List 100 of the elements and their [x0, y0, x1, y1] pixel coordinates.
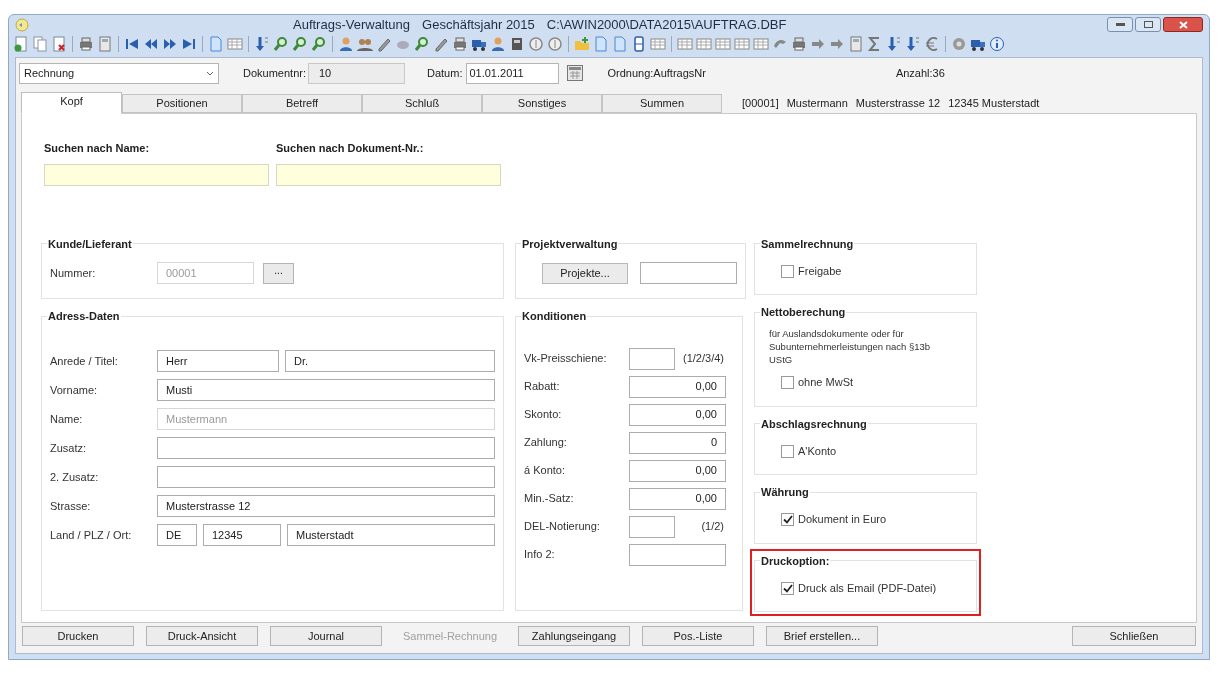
sort-icon [886, 36, 902, 52]
toolbar-button[interactable] [162, 36, 178, 52]
check-icon [782, 583, 793, 593]
group-title: Adress-Daten [47, 309, 121, 324]
text-field[interactable]: 0,00 [629, 459, 726, 482]
toolbar-button[interactable] [791, 36, 807, 52]
text-field[interactable] [629, 347, 675, 370]
coin-icon [547, 36, 563, 52]
toolbar-button[interactable] [509, 36, 525, 52]
search-field[interactable] [44, 163, 269, 186]
window-title: C:\AWIN2000\DATA2015\AUFTRAG.DBF [546, 15, 787, 34]
book-icon [509, 36, 525, 52]
text-field[interactable] [640, 262, 737, 284]
toolbar-button[interactable] [254, 36, 270, 52]
field-label: Vk-Preisschiene: [524, 351, 608, 367]
action-button[interactable]: Brief erstellen... [766, 626, 878, 646]
checkbox[interactable] [781, 264, 794, 278]
checkbox[interactable] [781, 376, 794, 389]
checkbox-option[interactable]: Druck als Email (PDF-Datei) [763, 575, 968, 601]
search-label: Suchen nach Name: [44, 141, 151, 156]
toolbar-button[interactable] [376, 36, 392, 52]
checkbox[interactable] [781, 581, 794, 595]
tab[interactable]: Betreff [242, 94, 362, 113]
document-plus-icon [13, 36, 29, 52]
checkbox[interactable] [781, 513, 794, 526]
toolbar-button[interactable] [989, 36, 1005, 52]
text-field[interactable] [157, 466, 495, 488]
table-icon [753, 36, 769, 52]
toolbar-button[interactable] [886, 36, 902, 52]
browse-button[interactable]: ... [263, 262, 294, 284]
checkbox-option[interactable]: Dokument in Euro [763, 506, 968, 533]
calendar-button[interactable] [566, 64, 584, 82]
toolbar-button[interactable] [452, 36, 468, 52]
text-field[interactable]: Musterstrasse 12 [157, 495, 495, 517]
action-button[interactable]: Drucken [22, 626, 134, 646]
group-title: Nettoberechung [760, 305, 847, 320]
toolbar-button[interactable] [143, 36, 159, 52]
pen-icon [376, 36, 392, 52]
chevron-down-icon [206, 70, 214, 76]
magnifier-icon [273, 36, 289, 52]
action-button[interactable]: Druck-Ansicht [146, 626, 258, 646]
page-icon [593, 36, 609, 52]
toolbar-button[interactable] [338, 36, 354, 52]
text-field[interactable]: Musti [157, 379, 495, 401]
search-field[interactable] [276, 163, 501, 186]
document-number-field[interactable]: 10 [308, 62, 405, 84]
field-label: 2. Zusatz: [50, 469, 100, 485]
action-button[interactable]: Zahlungseingang [518, 626, 630, 646]
calculator-icon [848, 36, 864, 52]
checkbox-option[interactable]: Freigabe [763, 258, 968, 284]
text-field[interactable]: DE [157, 524, 197, 546]
checkbox-option[interactable]: A'Konto [763, 438, 968, 464]
date-field[interactable]: 01.01.2011 [466, 62, 560, 84]
text-field[interactable]: 0 [629, 431, 726, 454]
euro-icon [924, 36, 940, 52]
sort-order-label: Ordnung:AuftragsNr [607, 65, 706, 81]
text-field[interactable] [157, 437, 495, 459]
field-label: Anrede / Titel: [50, 353, 119, 369]
action-button[interactable]: Journal [270, 626, 382, 646]
group-title: Sammelrechnung [760, 236, 855, 252]
check-icon [782, 515, 793, 524]
document-type-dropdown[interactable]: Rechnung [19, 62, 219, 84]
checkbox[interactable] [781, 444, 794, 458]
tab[interactable]: Summen [602, 94, 722, 113]
projects-button[interactable]: Projekte... [542, 262, 628, 284]
tab[interactable]: Kopf [21, 92, 122, 114]
maximize-button[interactable] [1135, 17, 1161, 32]
tab[interactable]: Sonstiges [482, 94, 602, 113]
toolbar-button[interactable] [181, 36, 197, 52]
coin-icon [528, 36, 544, 52]
magnifier-icon [311, 36, 327, 52]
toolbar-button[interactable] [124, 36, 140, 52]
field-label: á Konto: [524, 463, 566, 479]
toolbar-button[interactable] [631, 36, 647, 52]
field-label: DEL-Notierung: [524, 519, 601, 535]
text-field[interactable]: 12345 [203, 524, 281, 546]
text-field[interactable]: Dr. [285, 350, 495, 372]
rewind-icon [143, 36, 159, 52]
toolbar-button[interactable] [78, 36, 94, 52]
action-button[interactable]: Pos.-Liste [642, 626, 754, 646]
checkbox-option[interactable]: ohne MwSt [763, 369, 968, 396]
toolbar-button[interactable] [433, 36, 449, 52]
text-field[interactable]: 0,00 [629, 403, 726, 426]
text-field[interactable]: 0,00 [629, 375, 726, 398]
action-button[interactable]: Schließen [1072, 626, 1196, 646]
text-field[interactable]: 0,00 [629, 487, 726, 510]
toolbar-button[interactable] [490, 36, 506, 52]
field-label: Nummer: [50, 265, 97, 281]
close-button[interactable] [1163, 17, 1203, 32]
text-field[interactable]: Herr [157, 350, 279, 372]
text-field[interactable]: Musterstadt [287, 524, 495, 546]
minimize-button[interactable] [1107, 17, 1133, 32]
tab[interactable]: Schluß [362, 94, 482, 113]
text-field[interactable] [629, 515, 675, 538]
toolbar-button[interactable] [357, 36, 373, 52]
text-field[interactable] [629, 543, 726, 566]
toolbar-button[interactable] [905, 36, 921, 52]
tab[interactable]: Positionen [122, 94, 242, 113]
toolbar-button[interactable] [51, 36, 67, 52]
field-label: Datum: [427, 65, 463, 81]
